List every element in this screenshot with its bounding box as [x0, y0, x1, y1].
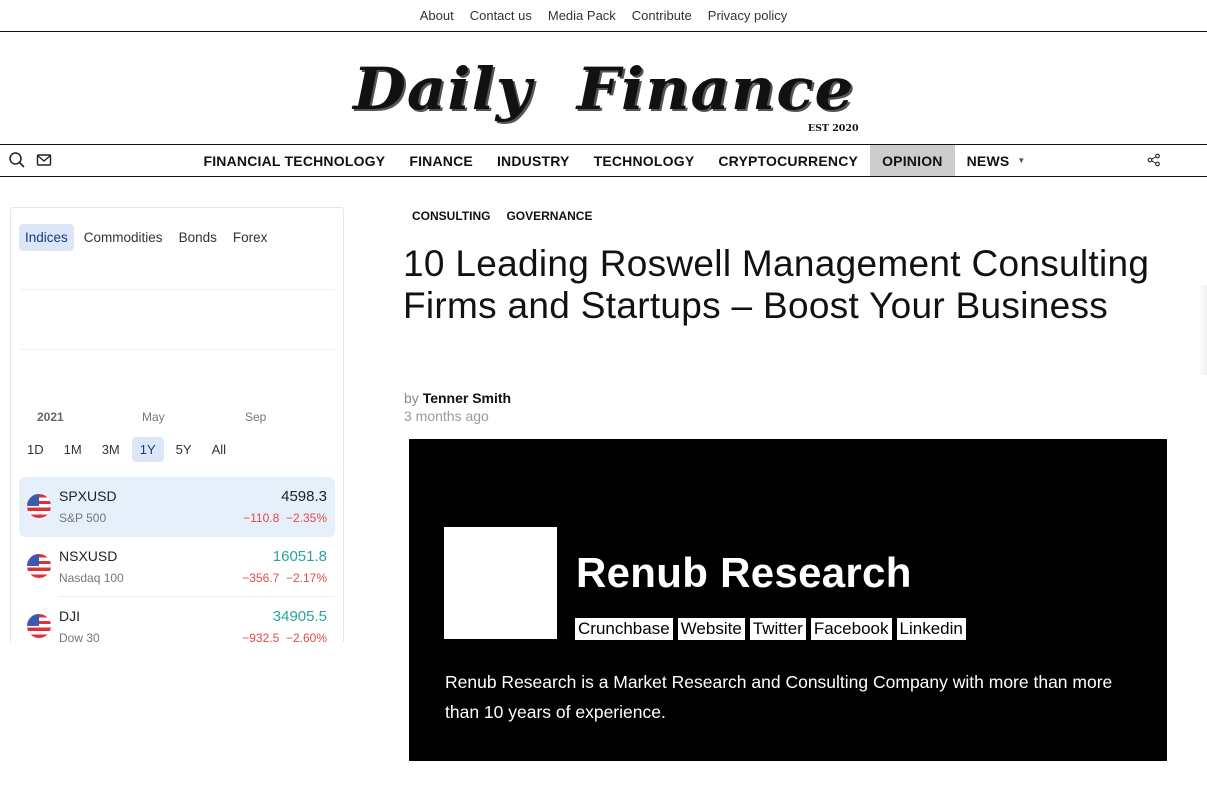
quote-row-nsxusd[interactable]: NSXUSD Nasdaq 100 16051.8 −356.7 −2.17%	[19, 537, 335, 597]
range-3m[interactable]: 3M	[94, 437, 128, 462]
quote-price: 34905.5	[272, 608, 327, 625]
byline-prefix: by	[404, 390, 419, 406]
link-crunchbase[interactable]: Crunchbase	[575, 618, 673, 640]
nav-item-news[interactable]: NEWS ▼	[955, 145, 1038, 176]
range-1y[interactable]: 1Y	[131, 437, 164, 462]
quote-row-spxusd[interactable]: SPXUSD S&P 500 4598.3 −110.8 −2.35%	[19, 477, 335, 537]
axis-label-sep: Sep	[245, 410, 267, 424]
quote-change-pct: −2.35%	[285, 511, 327, 525]
quote-change-pct: −2.17%	[285, 571, 327, 585]
link-twitter[interactable]: Twitter	[749, 618, 806, 640]
chevron-down-icon: ▼	[1017, 156, 1026, 165]
link-facebook[interactable]: Facebook	[810, 618, 892, 640]
top-link-media-pack[interactable]: Media Pack	[548, 8, 616, 23]
quote-name: Dow 30	[59, 631, 100, 642]
top-links-bar: About Contact us Media Pack Contribute P…	[0, 0, 1207, 32]
nav-item-technology[interactable]: TECHNOLOGY	[582, 145, 707, 176]
nav-share	[1147, 153, 1161, 172]
axis-label-may: May	[142, 410, 165, 424]
quote-price: 4598.3	[281, 488, 327, 505]
company-card: Renub Research Crunchbase Website Twitte…	[409, 439, 1167, 761]
article-date: 3 months ago	[404, 408, 489, 424]
search-icon[interactable]	[8, 151, 26, 169]
tab-forex[interactable]: Forex	[227, 224, 274, 251]
quote-row-dji[interactable]: DJI Dow 30 34905.5 −932.5 −2.60%	[19, 597, 335, 642]
us-flag-icon	[27, 554, 51, 578]
widget-tabs: Indices Commodities Bonds Forex	[19, 224, 273, 251]
quote-change-pct: −2.60%	[285, 631, 327, 642]
quote-change: −110.8 −2.35%	[243, 511, 327, 525]
nav-item-news-label: NEWS	[966, 152, 1010, 169]
quote-symbol: DJI	[59, 608, 80, 624]
range-5y[interactable]: 5Y	[168, 437, 200, 462]
company-links: Crunchbase Website Twitter Facebook Link…	[575, 618, 966, 640]
quote-change-abs: −932.5	[242, 631, 280, 642]
quote-symbol: SPXUSD	[59, 488, 117, 504]
article-title: 10 Leading Roswell Management Consulting…	[403, 243, 1150, 326]
range-all[interactable]: All	[204, 437, 234, 462]
nav-item-opinion[interactable]: OPINION	[870, 145, 955, 176]
logo-established: EST 2020	[807, 123, 859, 134]
nav-item-financial-technology[interactable]: FINANCIAL TECHNOLOGY	[191, 145, 397, 176]
company-name: Renub Research	[576, 549, 912, 596]
nav-tools	[8, 151, 52, 169]
quote-change-abs: −356.7	[242, 571, 280, 585]
chart-gridline	[21, 289, 335, 290]
us-flag-icon	[27, 494, 51, 518]
main-navigation: FINANCIAL TECHNOLOGY FINANCE INDUSTRY TE…	[0, 144, 1207, 177]
nav-item-cryptocurrency[interactable]: CRYPTOCURRENCY	[706, 145, 870, 176]
quote-symbol: NSXUSD	[59, 548, 118, 564]
category-governance[interactable]: GOVERNANCE	[498, 209, 600, 223]
tab-bonds[interactable]: Bonds	[173, 224, 223, 251]
axis-label-2021: 2021	[37, 410, 64, 424]
range-1m[interactable]: 1M	[56, 437, 90, 462]
tab-indices[interactable]: Indices	[19, 224, 74, 251]
article-byline: by Tenner Smith	[404, 390, 511, 406]
link-linkedin[interactable]: Linkedin	[896, 618, 966, 640]
market-overview-widget: Indices Commodities Bonds Forex 2021 May…	[10, 207, 344, 642]
nav-menu: FINANCIAL TECHNOLOGY FINANCE INDUSTRY TE…	[191, 145, 1037, 176]
top-link-contact[interactable]: Contact us	[470, 8, 532, 23]
author-link[interactable]: Tenner Smith	[423, 390, 511, 406]
quote-change: −932.5 −2.60%	[242, 631, 327, 642]
quote-price: 16051.8	[272, 548, 327, 565]
quote-name: Nasdaq 100	[59, 571, 124, 585]
range-selector: 1D 1M 3M 1Y 5Y All	[19, 437, 234, 462]
share-icon[interactable]	[1147, 153, 1161, 167]
nav-item-finance[interactable]: FINANCE	[397, 145, 485, 176]
chart-gridline	[21, 349, 335, 350]
us-flag-icon	[27, 614, 51, 638]
company-description: Renub Research is a Market Research and …	[445, 672, 1113, 722]
side-panel-edge	[1199, 285, 1207, 375]
range-1d[interactable]: 1D	[19, 437, 52, 462]
article-categories: CONSULTING GOVERNANCE	[404, 209, 600, 223]
masthead: Daily Finance EST 2020	[0, 33, 1207, 144]
site-logo[interactable]: Daily Finance EST 2020	[353, 60, 858, 134]
category-consulting[interactable]: CONSULTING	[404, 209, 498, 223]
quote-change: −356.7 −2.17%	[242, 571, 327, 585]
quote-change-abs: −110.8	[243, 511, 280, 525]
top-link-contribute[interactable]: Contribute	[632, 8, 692, 23]
tab-commodities[interactable]: Commodities	[78, 224, 169, 251]
quote-name: S&P 500	[59, 511, 107, 525]
link-website[interactable]: Website	[677, 618, 745, 640]
top-link-privacy[interactable]: Privacy policy	[708, 8, 787, 23]
logo-text: Daily Finance	[352, 54, 855, 123]
top-link-about[interactable]: About	[420, 8, 454, 23]
company-logo	[444, 527, 557, 639]
mail-icon[interactable]	[36, 151, 52, 169]
nav-item-industry[interactable]: INDUSTRY	[485, 145, 582, 176]
